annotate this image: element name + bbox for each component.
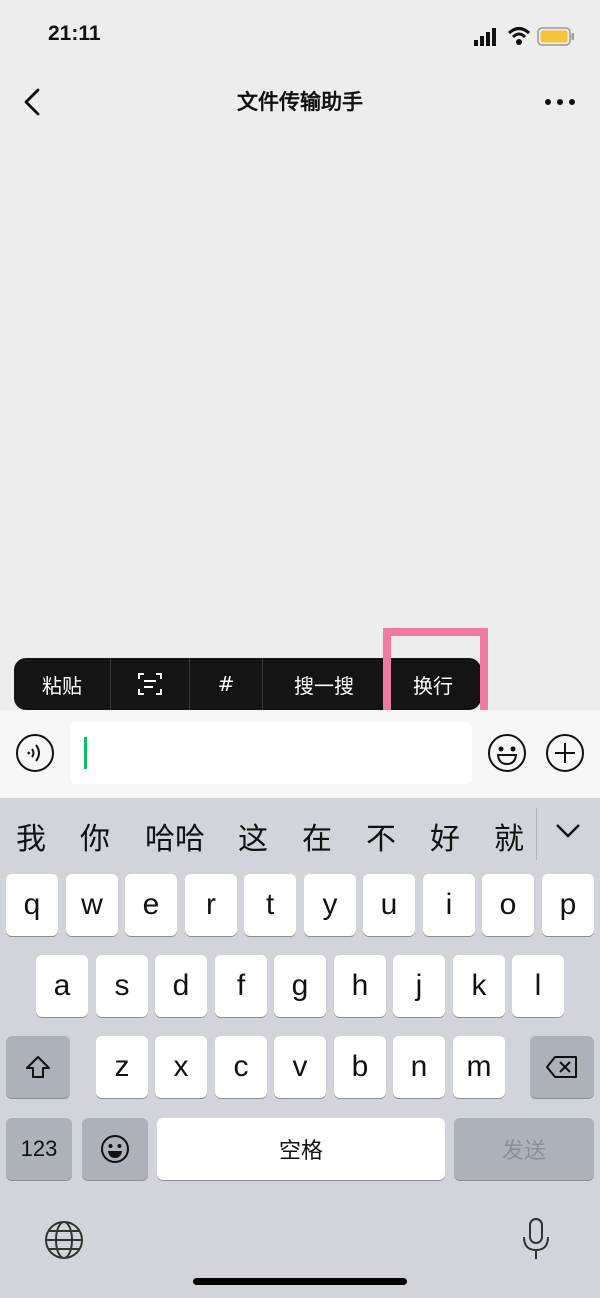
status-time: 21:11 [48, 22, 101, 45]
voice-icon[interactable] [14, 732, 56, 774]
candidate-divider [536, 808, 537, 860]
key-n[interactable]: n [393, 1036, 445, 1098]
candidate-item[interactable]: 我 [16, 814, 46, 858]
chat-area [0, 132, 600, 708]
key-c[interactable]: c [215, 1036, 267, 1098]
candidate-bar: 我 你 哈哈 这 在 不 好 就 [0, 798, 600, 870]
paste-label: 粘贴 [42, 673, 82, 698]
shift-key[interactable] [6, 1036, 70, 1098]
emoji-key-icon [101, 1135, 129, 1163]
backspace-icon [546, 1056, 577, 1078]
signal-icon [474, 28, 496, 46]
key-o[interactable]: o [482, 874, 534, 936]
key-m[interactable]: m [453, 1036, 505, 1098]
wifi-icon [507, 27, 531, 45]
hashtag-label: # [217, 672, 235, 696]
numbers-key[interactable]: 123 [6, 1118, 72, 1180]
key-y[interactable]: y [304, 874, 356, 936]
key-f[interactable]: f [215, 955, 267, 1017]
key-l[interactable]: l [512, 955, 564, 1017]
status-bar: 21:11 [0, 0, 600, 72]
scan-text-icon [138, 673, 162, 695]
key-x[interactable]: x [155, 1036, 207, 1098]
plus-icon[interactable] [544, 732, 586, 774]
emoji-key[interactable] [82, 1118, 148, 1180]
keyboard: 我 你 哈哈 这 在 不 好 就 q w e r t y u i o p a s… [0, 798, 600, 1298]
scan-text-button[interactable] [111, 658, 189, 710]
backspace-key[interactable] [530, 1036, 594, 1098]
key-j[interactable]: j [393, 955, 445, 1017]
key-t[interactable]: t [244, 874, 296, 936]
key-k[interactable]: k [453, 955, 505, 1017]
chevron-down-icon[interactable] [552, 816, 584, 844]
emoji-icon[interactable] [486, 732, 528, 774]
page-title: 文件传输助手 [237, 90, 363, 114]
candidate-item[interactable]: 不 [366, 814, 396, 858]
globe-icon[interactable] [42, 1218, 86, 1262]
candidate-item[interactable]: 在 [302, 814, 332, 858]
key-z[interactable]: z [96, 1036, 148, 1098]
search-label: 搜一搜 [294, 673, 354, 698]
key-h[interactable]: h [334, 955, 386, 1017]
candidate-item[interactable]: 这 [238, 814, 268, 858]
shift-icon [26, 1056, 50, 1078]
home-indicator [193, 1278, 407, 1285]
key-u[interactable]: u [363, 874, 415, 936]
text-caret [84, 737, 87, 769]
space-key[interactable]: 空格 [157, 1118, 445, 1180]
key-s[interactable]: s [96, 955, 148, 1017]
input-bar [0, 710, 600, 798]
nav-bar: 文件传输助手 [0, 72, 600, 132]
key-e[interactable]: e [125, 874, 177, 936]
candidate-item[interactable]: 你 [80, 814, 110, 858]
key-i[interactable]: i [423, 874, 475, 936]
key-p[interactable]: p [542, 874, 594, 936]
key-g[interactable]: g [274, 955, 326, 1017]
key-d[interactable]: d [155, 955, 207, 1017]
hashtag-button[interactable]: # [190, 658, 262, 710]
key-q[interactable]: q [6, 874, 58, 936]
mic-icon[interactable] [520, 1216, 552, 1262]
key-w[interactable]: w [66, 874, 118, 936]
message-input[interactable] [70, 722, 472, 784]
key-b[interactable]: b [334, 1036, 386, 1098]
key-v[interactable]: v [274, 1036, 326, 1098]
candidate-item[interactable]: 就 [494, 814, 524, 858]
send-key[interactable]: 发送 [454, 1118, 594, 1180]
battery-icon [537, 27, 574, 46]
candidate-item[interactable]: 好 [430, 814, 460, 858]
search-button[interactable]: 搜一搜 [263, 658, 385, 710]
more-icon[interactable] [540, 88, 580, 116]
paste-button[interactable]: 粘贴 [14, 658, 110, 710]
candidate-item[interactable]: 哈哈 [145, 814, 205, 858]
key-r[interactable]: r [185, 874, 237, 936]
key-a[interactable]: a [36, 955, 88, 1017]
